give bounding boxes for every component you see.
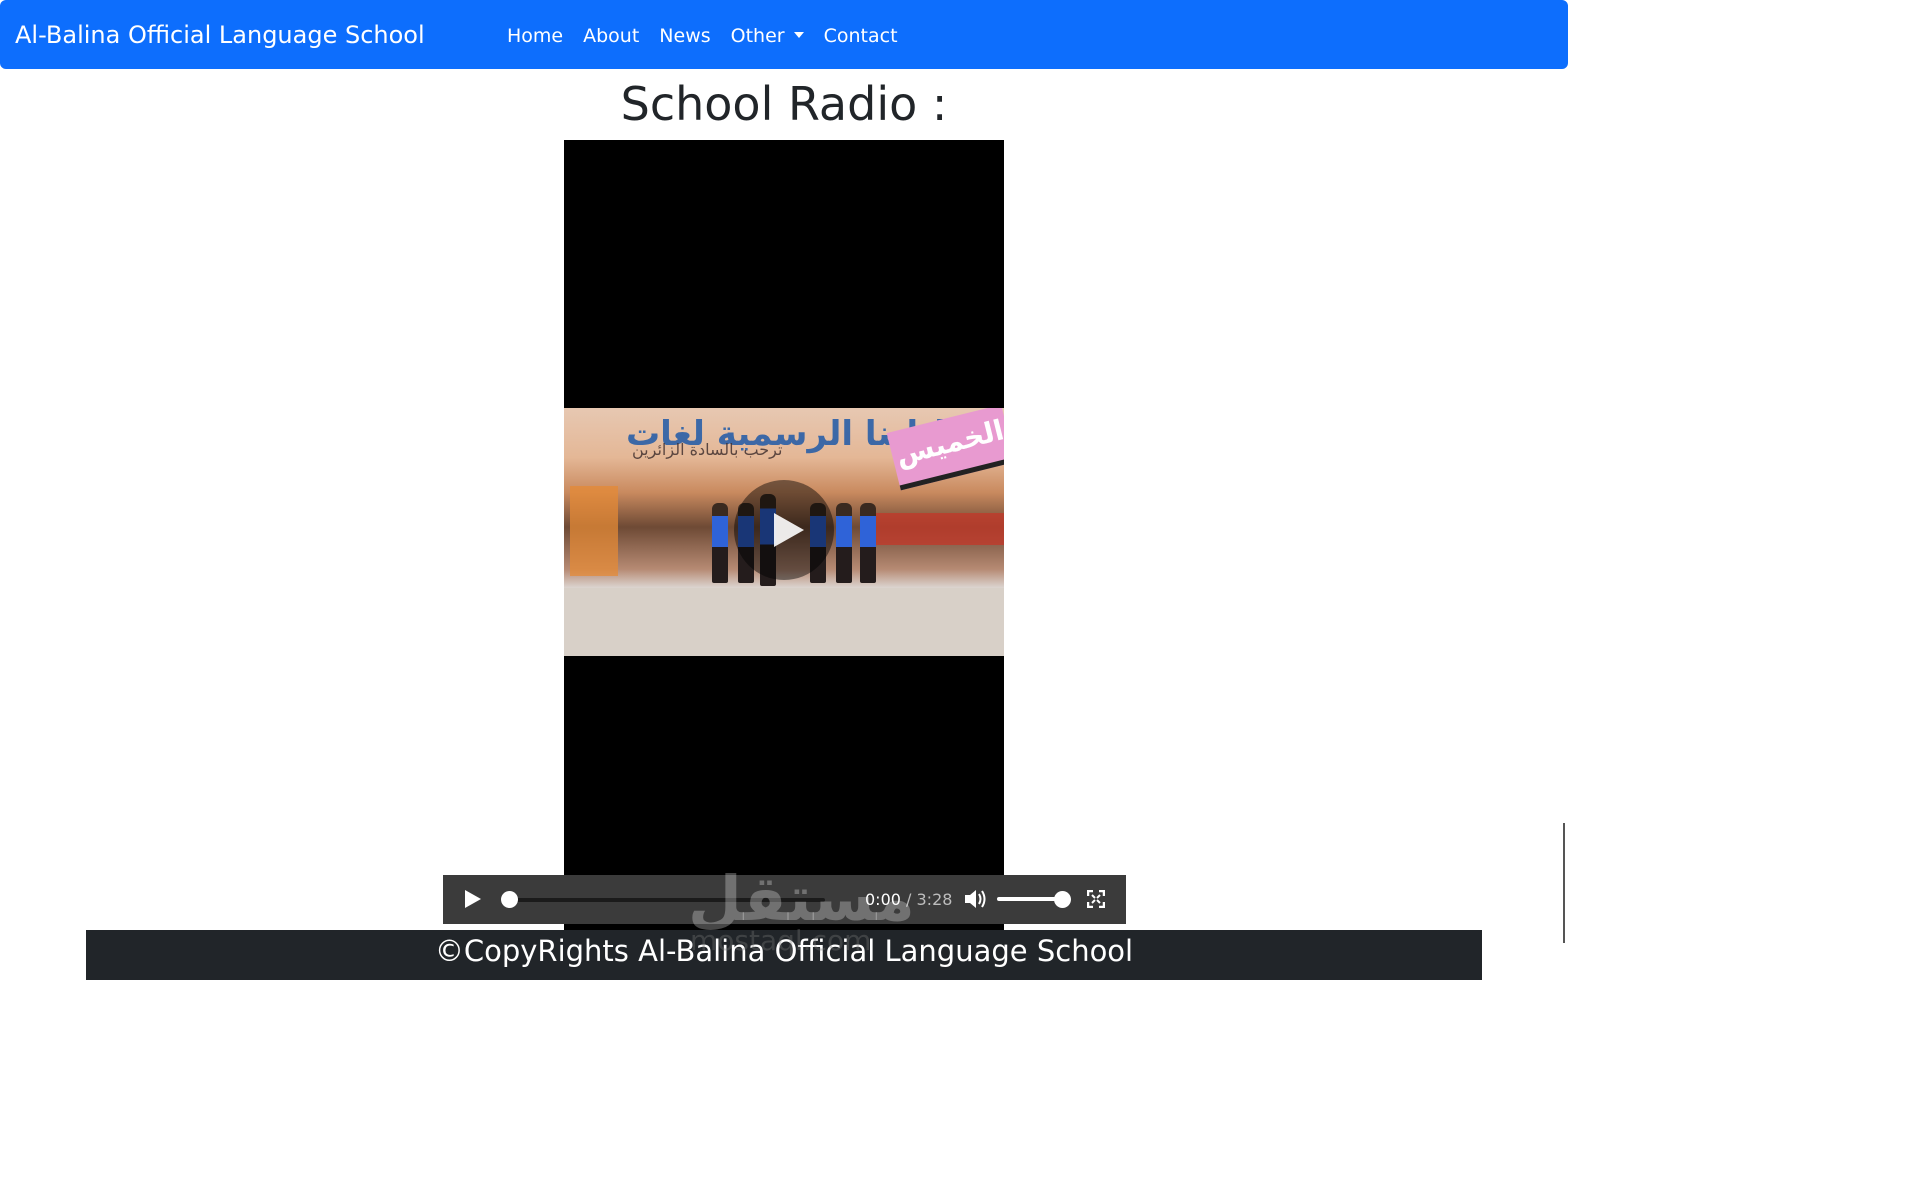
nav-link-news[interactable]: News: [659, 22, 710, 50]
duration: 3:28: [916, 890, 953, 909]
video-play-overlay-button[interactable]: [734, 480, 834, 580]
footer: ©CopyRights Al-Balina Official Language …: [86, 930, 1482, 980]
thumbnail-stage-floor: [564, 588, 1004, 656]
nav-link-home[interactable]: Home: [507, 22, 563, 50]
time-display: 0:00 / 3:28: [865, 889, 952, 911]
time-separator: /: [900, 890, 917, 909]
video-controls: 0:00 / 3:28: [443, 875, 1126, 924]
page-scrollbar[interactable]: [1563, 823, 1565, 943]
page-title: School Radio :: [620, 77, 948, 131]
nav-link-about[interactable]: About: [583, 22, 639, 50]
thumbnail-banner-subtext: ترحب بالسادة الزائرين: [632, 440, 783, 459]
thumbnail-flag-stripe: [864, 513, 1004, 545]
brand-link[interactable]: Al-Balina Official Language School: [15, 18, 425, 52]
volume-handle[interactable]: [1054, 891, 1071, 908]
nav-dropdown-other[interactable]: Other: [731, 22, 804, 50]
thumbnail-student: [712, 503, 728, 583]
play-icon[interactable]: [465, 890, 481, 908]
seek-bar[interactable]: [509, 898, 825, 902]
video-thumbnail: البلينا الرسمية لغات ترحب بالسادة الزائر…: [564, 408, 1004, 656]
seek-handle[interactable]: [501, 891, 518, 908]
current-time: 0:00: [865, 890, 901, 909]
nav-dropdown-other-label: Other: [730, 25, 785, 47]
nav-link-contact[interactable]: Contact: [824, 22, 898, 50]
volume-icon[interactable]: [963, 888, 987, 910]
caret-down-icon: [793, 32, 804, 38]
navbar: Al-Balina Official Language School Home …: [0, 0, 1568, 69]
nav-links: Home About News Other Contact: [507, 22, 898, 50]
thumbnail-wall-orange: [570, 486, 618, 576]
video-player[interactable]: البلينا الرسمية لغات ترحب بالسادة الزائر…: [564, 140, 1004, 930]
thumbnail-student: [836, 503, 852, 583]
thumbnail-student: [860, 503, 876, 583]
fullscreen-icon[interactable]: [1087, 890, 1105, 908]
